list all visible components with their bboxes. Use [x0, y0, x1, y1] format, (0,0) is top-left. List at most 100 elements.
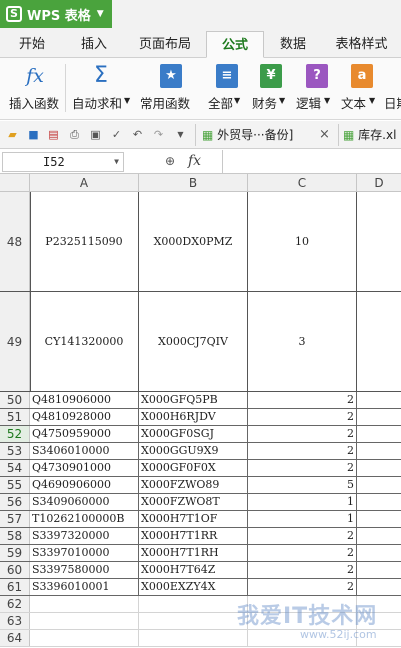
cell-c[interactable]: 2 [248, 562, 357, 578]
cell-a[interactable]: CY141320000 [30, 292, 139, 391]
zoom-icon[interactable]: ⊕ [165, 154, 175, 168]
column-header-d[interactable]: D [357, 174, 401, 192]
cell-b[interactable]: X000CJ7QIV [139, 292, 248, 391]
cell-c[interactable] [248, 596, 357, 612]
cell-d[interactable] [357, 562, 401, 578]
formula-input[interactable] [222, 150, 401, 174]
cell-b[interactable]: X000GFQ5PB [139, 392, 248, 408]
tab-page-layout[interactable]: 页面布局 [124, 31, 206, 58]
doc-tab[interactable]: ▦ 库存.xl [338, 124, 401, 146]
cell-c[interactable]: 2 [248, 443, 357, 459]
cell-b[interactable]: X000DX0PMZ [139, 192, 248, 291]
cell-d[interactable] [357, 409, 401, 425]
row-header[interactable]: 62 [0, 596, 30, 612]
cell-b[interactable] [139, 613, 248, 629]
cell-b[interactable]: X000GF0SGJ [139, 426, 248, 442]
cell-a[interactable] [30, 596, 139, 612]
print-preview-icon[interactable]: ▣ [89, 128, 102, 141]
cell-a[interactable]: S3406010000 [30, 443, 139, 459]
close-tab-icon[interactable]: × [318, 128, 331, 141]
tab-table-style[interactable]: 表格样式 [322, 31, 401, 58]
cell-a[interactable]: Q4730901000 [30, 460, 139, 476]
name-box[interactable]: I52 ▼ [2, 152, 124, 172]
cell-d[interactable] [357, 545, 401, 561]
cell-a[interactable]: S3397320000 [30, 528, 139, 544]
cell-a[interactable]: Q4690906000 [30, 477, 139, 493]
finance-functions-button[interactable]: ¥ 财务 ▼ [250, 62, 290, 116]
all-functions-button[interactable]: ≡ 全部 ▼ [204, 62, 244, 116]
row-header[interactable]: 56 [0, 494, 30, 510]
row-header[interactable]: 50 [0, 392, 30, 408]
tab-formulas[interactable]: 公式 [206, 31, 264, 58]
row-header[interactable]: 61 [0, 579, 30, 595]
redo-icon[interactable]: ↷ [152, 128, 165, 141]
doc-tab-active[interactable]: ▦ 外贸导···备份] [195, 124, 333, 146]
print-icon[interactable]: ⎙ [68, 128, 81, 141]
spell-check-icon[interactable]: ✓ [110, 128, 123, 141]
cell-d[interactable] [357, 630, 401, 646]
autosum-button[interactable]: Σ 自动求和 ▼ [70, 62, 130, 116]
cell-a[interactable]: S3397010000 [30, 545, 139, 561]
cell-a[interactable]: S3397580000 [30, 562, 139, 578]
cell-a[interactable] [30, 613, 139, 629]
tab-home[interactable]: 开始 [0, 31, 64, 58]
row-header[interactable]: 64 [0, 630, 30, 646]
cell-c[interactable]: 2 [248, 579, 357, 595]
cell-c[interactable]: 10 [248, 192, 357, 291]
cell-d[interactable] [357, 426, 401, 442]
wps-app-menu-button[interactable]: S WPS 表格 ▼ [0, 0, 112, 28]
logic-functions-button[interactable]: ? 逻辑 ▼ [296, 62, 336, 116]
cell-a[interactable]: Q4750959000 [30, 426, 139, 442]
insert-function-button[interactable]: fx 插入函数 [4, 62, 62, 116]
cell-b[interactable]: X000H7T1RH [139, 545, 248, 561]
row-header[interactable]: 59 [0, 545, 30, 561]
cell-c[interactable]: 2 [248, 392, 357, 408]
cell-d[interactable] [357, 392, 401, 408]
save-icon[interactable]: ■ [27, 128, 40, 141]
row-header[interactable]: 49 [0, 292, 30, 391]
cell-c[interactable]: 1 [248, 494, 357, 510]
cell-b[interactable]: X000H7T1OF [139, 511, 248, 527]
datetime-functions-button[interactable]: 日期 [384, 62, 401, 116]
cell-c[interactable]: 2 [248, 426, 357, 442]
cell-c[interactable]: 3 [248, 292, 357, 391]
cell-a[interactable]: T10262100000B [30, 511, 139, 527]
cell-c[interactable]: 5 [248, 477, 357, 493]
cell-b[interactable]: X000FZWO8T [139, 494, 248, 510]
open-folder-icon[interactable]: ▰ [6, 128, 19, 141]
cell-b[interactable] [139, 630, 248, 646]
cell-d[interactable] [357, 613, 401, 629]
cell-d[interactable] [357, 528, 401, 544]
cell-b[interactable]: X000EXZY4X [139, 579, 248, 595]
cell-b[interactable]: X000H7T64Z [139, 562, 248, 578]
spreadsheet-grid[interactable]: A B C D 48 P2325115090 X000DX0PMZ 10 49 CY141… [0, 174, 401, 648]
row-header[interactable]: 60 [0, 562, 30, 578]
cell-c[interactable] [248, 613, 357, 629]
cell-c[interactable]: 1 [248, 511, 357, 527]
cell-d[interactable] [357, 292, 401, 391]
cell-a[interactable]: Q4810906000 [30, 392, 139, 408]
cell-c[interactable]: 2 [248, 545, 357, 561]
cell-b[interactable]: X000FZWO89 [139, 477, 248, 493]
row-header[interactable]: 57 [0, 511, 30, 527]
tab-insert[interactable]: 插入 [64, 31, 124, 58]
cell-d[interactable] [357, 192, 401, 291]
cell-a[interactable]: Q4810928000 [30, 409, 139, 425]
row-header[interactable]: 52 [0, 426, 30, 442]
row-header[interactable]: 55 [0, 477, 30, 493]
cell-b[interactable] [139, 596, 248, 612]
cell-c[interactable]: 2 [248, 460, 357, 476]
select-all-corner[interactable] [0, 174, 30, 192]
cell-b[interactable]: X000H7T1RR [139, 528, 248, 544]
undo-icon[interactable]: ↶ [131, 128, 144, 141]
row-header[interactable]: 51 [0, 409, 30, 425]
cell-b[interactable]: X000GF0F0X [139, 460, 248, 476]
cell-b[interactable]: X000H6RJDV [139, 409, 248, 425]
cell-a[interactable] [30, 630, 139, 646]
cell-c[interactable] [248, 630, 357, 646]
row-header[interactable]: 54 [0, 460, 30, 476]
cell-c[interactable]: 2 [248, 528, 357, 544]
column-header-b[interactable]: B [139, 174, 248, 192]
cell-d[interactable] [357, 443, 401, 459]
cell-d[interactable] [357, 511, 401, 527]
